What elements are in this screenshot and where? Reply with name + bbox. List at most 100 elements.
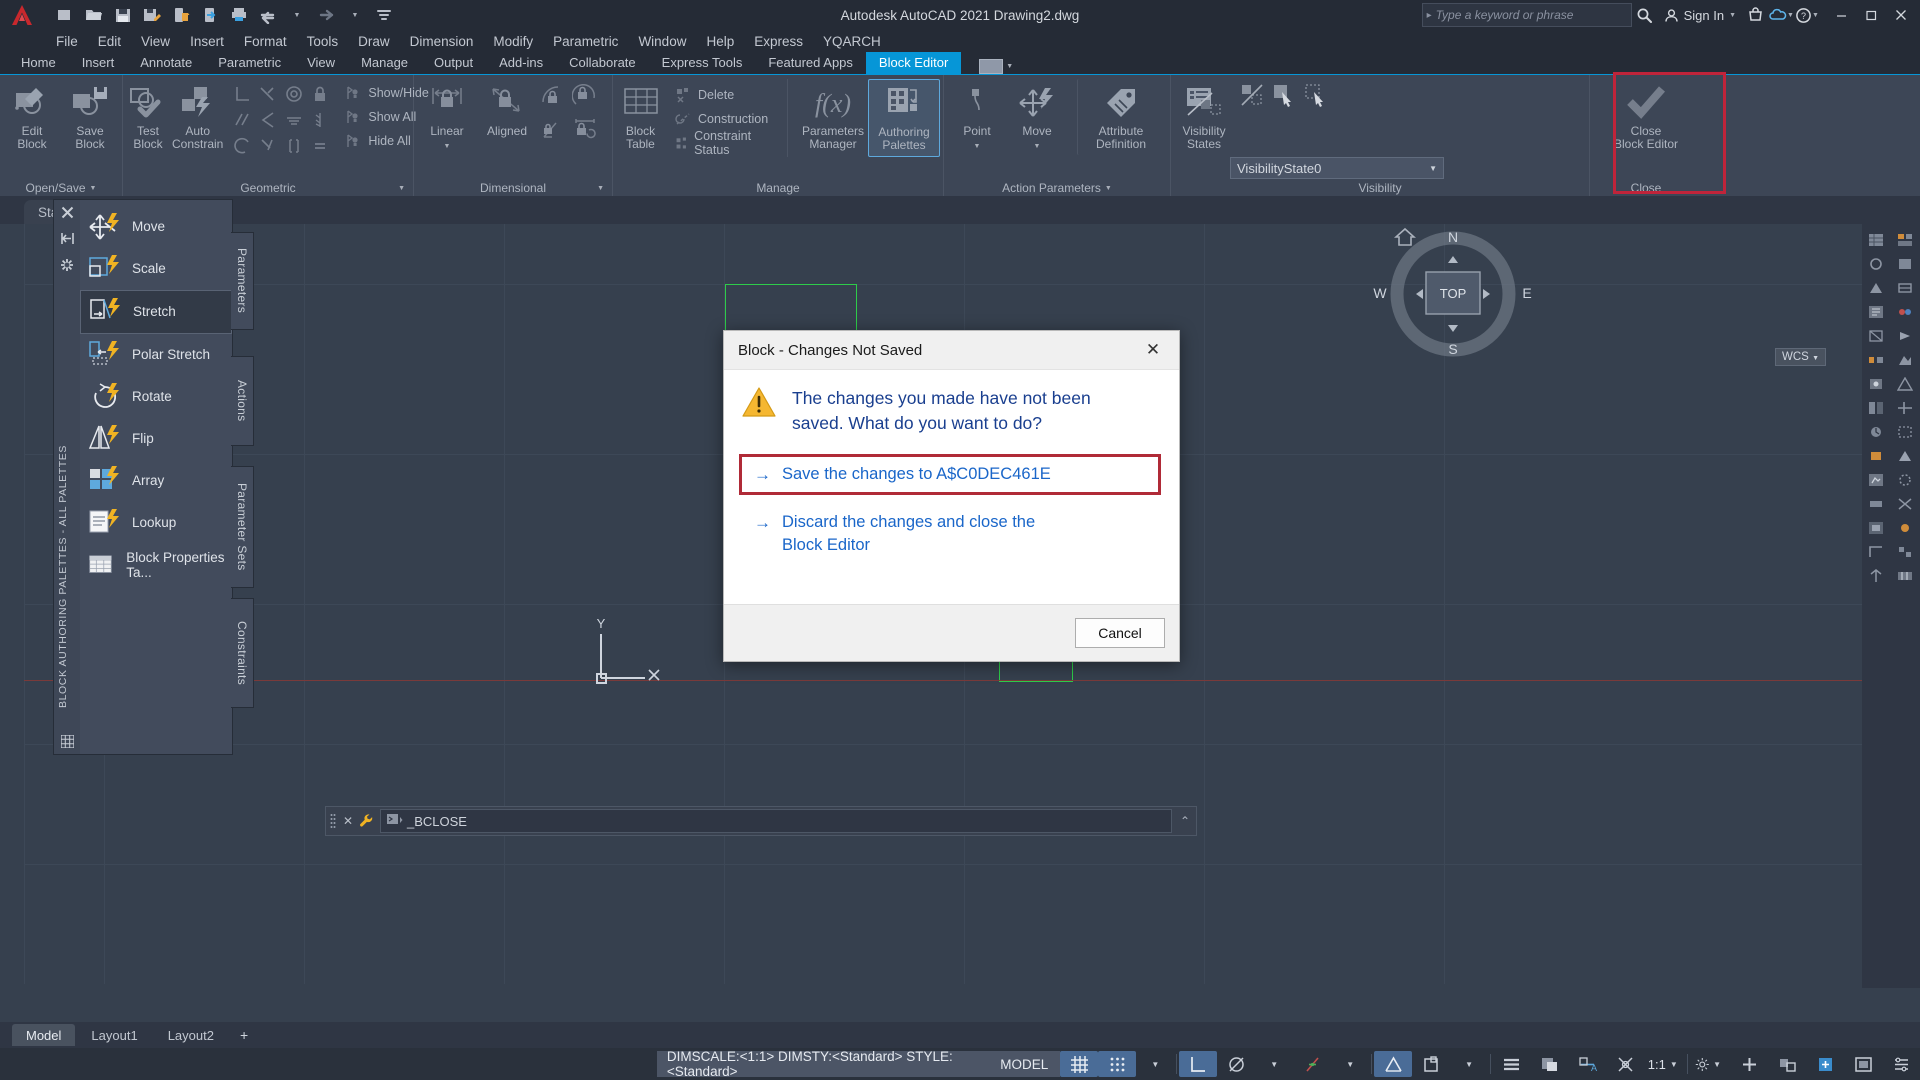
- aligned-constraint-button[interactable]: Aligned: [477, 79, 537, 142]
- tab-insert[interactable]: Insert: [69, 52, 128, 74]
- chevron-down-icon[interactable]: ▼: [974, 143, 981, 150]
- tool-icon-13[interactable]: [1862, 372, 1889, 395]
- grid-display-toggle[interactable]: [1060, 1051, 1099, 1077]
- palette-properties-icon[interactable]: [60, 258, 74, 275]
- tool-icon-16[interactable]: [1891, 396, 1918, 419]
- minimize-window-button[interactable]: [1826, 1, 1856, 29]
- menu-modify[interactable]: Modify: [483, 32, 543, 51]
- tool-icon-4[interactable]: [1891, 252, 1918, 275]
- snap-dropdown[interactable]: ▼: [1136, 1051, 1174, 1077]
- close-icon[interactable]: ✕: [1133, 333, 1173, 367]
- menu-parametric[interactable]: Parametric: [543, 32, 628, 51]
- close-icon[interactable]: [61, 206, 74, 222]
- layout-tab-model[interactable]: Model: [12, 1024, 76, 1046]
- redo-dropdown-icon[interactable]: ▼: [342, 3, 368, 27]
- test-block-button[interactable]: Test Block: [126, 79, 170, 155]
- palette-item-lookup[interactable]: Lookup: [80, 502, 232, 544]
- palette-item-scale[interactable]: Scale: [80, 248, 232, 290]
- attribute-definition-button[interactable]: Attribute Definition: [1077, 79, 1156, 155]
- tool-icon-8[interactable]: [1891, 300, 1918, 323]
- quick-access-toolbar[interactable]: ▼ ▼: [52, 3, 397, 27]
- tab-parametric[interactable]: Parametric: [205, 52, 294, 74]
- chevron-down-icon[interactable]: ▼: [1105, 185, 1112, 192]
- new-layout-button[interactable]: +: [230, 1024, 258, 1046]
- smooth-icon[interactable]: [229, 133, 255, 159]
- palette-item-flip[interactable]: Flip: [80, 418, 232, 460]
- undo-icon[interactable]: [255, 3, 281, 27]
- menu-tools[interactable]: Tools: [297, 32, 349, 51]
- cancel-button[interactable]: Cancel: [1075, 618, 1165, 648]
- equal-icon[interactable]: [307, 133, 333, 159]
- tool-icon-9[interactable]: [1862, 324, 1889, 347]
- palette-item-move[interactable]: Move: [80, 206, 232, 248]
- tab-featured-apps[interactable]: Featured Apps: [755, 52, 866, 74]
- window-controls[interactable]: [1826, 1, 1916, 29]
- object-snap-toggle[interactable]: [1293, 1051, 1331, 1077]
- tool-icon-30[interactable]: [1891, 564, 1918, 587]
- close-icon[interactable]: ✕: [340, 814, 356, 828]
- fullscreen-toggle[interactable]: [1844, 1051, 1882, 1077]
- lineweight-toggle[interactable]: [1493, 1051, 1531, 1077]
- workspace-switch-button[interactable]: ▼: [1690, 1051, 1731, 1077]
- block-table-button[interactable]: Block Table: [616, 79, 665, 155]
- new-file-icon[interactable]: [52, 3, 78, 27]
- close-block-editor-button[interactable]: Close Block Editor: [1600, 79, 1692, 155]
- palette-tab-constraints[interactable]: Constraints: [231, 598, 254, 708]
- visibility-state-combobox[interactable]: VisibilityState0 ▼: [1230, 157, 1444, 179]
- ribbon-minimize-icon[interactable]: [979, 59, 1004, 74]
- menu-express[interactable]: Express: [744, 32, 813, 51]
- help-icon[interactable]: ? ▼: [1794, 2, 1820, 28]
- perpendicular-icon[interactable]: [229, 81, 255, 107]
- annotation-scale-button[interactable]: 1:1 ▼: [1645, 1051, 1685, 1077]
- wcs-badge[interactable]: WCS ▼: [1775, 348, 1826, 366]
- chevron-down-icon[interactable]: ▼: [444, 143, 451, 150]
- palette-tab-parameter-sets[interactable]: Parameter Sets: [231, 466, 254, 588]
- snap-mode-toggle[interactable]: [1098, 1051, 1137, 1077]
- tool-icon-6[interactable]: [1891, 276, 1918, 299]
- minimize-icon[interactable]: ⌃: [1174, 814, 1196, 828]
- right-toolbar-strip[interactable]: [1862, 224, 1920, 988]
- tab-express-tools[interactable]: Express Tools: [649, 52, 756, 74]
- ortho-mode-toggle[interactable]: [1179, 1051, 1218, 1077]
- linear-constraint-button[interactable]: Linear ▼: [417, 79, 477, 155]
- make-visible-icon[interactable]: [1270, 81, 1298, 109]
- menu-window[interactable]: Window: [628, 32, 696, 51]
- cloud-status-icon[interactable]: ▼: [1768, 2, 1794, 28]
- menu-format[interactable]: Format: [234, 32, 297, 51]
- maximize-window-button[interactable]: [1856, 1, 1886, 29]
- tab-collaborate[interactable]: Collaborate: [556, 52, 649, 74]
- collinear-icon[interactable]: [255, 107, 281, 133]
- palette-menu-icon[interactable]: [54, 728, 80, 754]
- ucs-icon-toggle[interactable]: [1412, 1051, 1450, 1077]
- tab-annotate[interactable]: Annotate: [127, 52, 205, 74]
- tool-icon-20[interactable]: [1891, 444, 1918, 467]
- tangent-icon[interactable]: [255, 81, 281, 107]
- tool-icon-23[interactable]: [1862, 492, 1889, 515]
- command-input[interactable]: _BCLOSE: [380, 809, 1172, 833]
- redo-icon[interactable]: [313, 3, 339, 27]
- tool-icon-19[interactable]: [1862, 444, 1889, 467]
- menu-edit[interactable]: Edit: [88, 32, 131, 51]
- add-button[interactable]: [1730, 1051, 1768, 1077]
- tool-icon-22[interactable]: [1891, 468, 1918, 491]
- tool-icon-14[interactable]: [1891, 372, 1918, 395]
- tab-home[interactable]: Home: [8, 52, 69, 74]
- polar-tracking-toggle[interactable]: [1217, 1051, 1255, 1077]
- print-icon[interactable]: [226, 3, 252, 27]
- menu-view[interactable]: View: [131, 32, 180, 51]
- menu-dimension[interactable]: Dimension: [400, 32, 484, 51]
- tab-manage[interactable]: Manage: [348, 52, 421, 74]
- chevron-down-icon[interactable]: ▼: [597, 185, 604, 192]
- symmetric-icon[interactable]: [255, 133, 281, 159]
- tool-icon-11[interactable]: [1862, 348, 1889, 371]
- tool-icon-15[interactable]: [1862, 396, 1889, 419]
- command-line[interactable]: ✕ _BCLOSE ⌃: [325, 806, 1197, 836]
- menu-file[interactable]: File: [46, 32, 88, 51]
- customize-qat-icon[interactable]: [371, 3, 397, 27]
- save-block-button[interactable]: Save Block: [61, 79, 119, 155]
- menu-help[interactable]: Help: [696, 32, 744, 51]
- palette-item-stretch[interactable]: Stretch: [80, 290, 232, 334]
- radial-constraint-icon[interactable]: [569, 81, 601, 113]
- save-as-icon[interactable]: [139, 3, 165, 27]
- vertical-icon[interactable]: [307, 107, 333, 133]
